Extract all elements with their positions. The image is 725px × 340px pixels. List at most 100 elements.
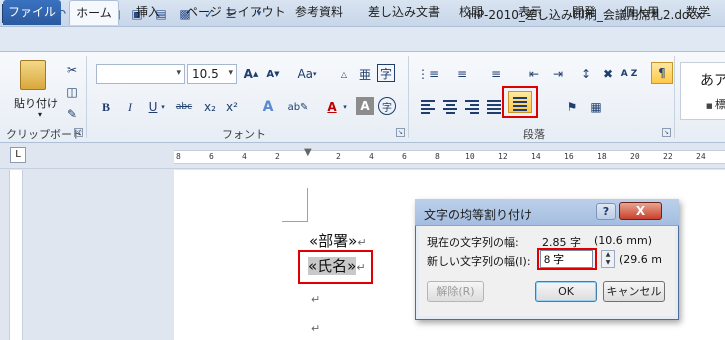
grow-font-button[interactable]: A ▲ (241, 64, 261, 84)
copy-icon[interactable]: ◫ (62, 82, 82, 102)
font-color-dropdown-icon[interactable]: ▾ (340, 97, 350, 117)
paragraph-group-label: 段落 (523, 128, 545, 141)
ruler-tick: 8 (176, 152, 181, 161)
dialog-help-button[interactable]: ? (596, 203, 616, 220)
current-width-label: 現在の文字列の幅: (427, 236, 519, 249)
borders-icon[interactable]: ▦ (586, 97, 606, 117)
spin-down-icon[interactable]: ▼ (602, 259, 614, 267)
font-color-button[interactable]: A (322, 97, 342, 117)
paste-label[interactable]: 貼り付け (14, 95, 58, 111)
tab-math[interactable]: 数学 (684, 0, 712, 25)
clipboard-dialog-launcher[interactable]: ↘ (74, 128, 83, 137)
paragraph-shading-icon[interactable]: ⚑ (562, 97, 582, 117)
dept-merge-field[interactable]: «部署»↵ (309, 230, 367, 251)
paragraph-dialog-launcher[interactable]: ↘ (662, 128, 671, 137)
tab-view[interactable]: 表示 (516, 0, 544, 25)
ruler-tick: 18 (597, 152, 607, 161)
chevron-down-icon: ▾ (176, 68, 181, 78)
font-size-combo[interactable]: 10.5 ▾ (187, 64, 237, 84)
ruler-tick: 4 (369, 152, 374, 161)
grow-font-label: A (243, 67, 253, 81)
chevron-down-icon: ▾ (228, 68, 233, 78)
release-button[interactable]: 解除(R) (427, 281, 484, 302)
ruler-tick: 8 (435, 152, 440, 161)
ruler-tick: 6 (209, 152, 214, 161)
character-shading-button[interactable]: A (356, 97, 374, 115)
tab-selector-button[interactable]: L (10, 147, 26, 163)
vertical-ruler[interactable] (9, 170, 23, 340)
line-spacing-icon[interactable]: ↕ (576, 64, 596, 84)
format-painter-icon[interactable]: ✎ (62, 104, 82, 124)
sort-button[interactable]: A Z (619, 64, 639, 84)
enclose-character-button[interactable]: 字 (377, 64, 395, 82)
bullets-icon[interactable]: ⋮≡ (417, 64, 439, 84)
clear-formatting-icon[interactable]: △ (334, 64, 354, 84)
spin-up-icon[interactable]: ▲ (602, 251, 614, 259)
justify-icon[interactable] (484, 97, 504, 117)
tab-review[interactable]: 校閲 (457, 0, 485, 25)
ribbon: 貼り付け ▾ ✂ ◫ ✎ クリップボード ↘ ▾ 10.5 ▾ A ▲ A ▼ Aa… (0, 51, 725, 143)
bold-button[interactable]: B (96, 97, 116, 117)
superscript-button[interactable]: x² (222, 97, 242, 117)
tab-home[interactable]: ホーム (69, 0, 119, 25)
group-separator (86, 56, 87, 138)
align-center-icon[interactable] (440, 97, 460, 117)
tab-developer[interactable]: 開発 (570, 0, 598, 25)
margin-corner-mark (282, 188, 308, 222)
font-group-label: フォント (222, 128, 266, 141)
enclosed-character-icon[interactable]: 字 (378, 97, 396, 115)
show-marks-icon[interactable]: ¶ (651, 62, 673, 84)
shrink-font-button[interactable]: A ▼ (263, 64, 283, 84)
ruler-tick: 2 (275, 152, 280, 161)
paragraph-mark: ↵ (311, 293, 321, 306)
ruler-tick: 14 (531, 152, 541, 161)
paste-dropdown-icon[interactable]: ▾ (38, 110, 42, 119)
style-name-label: 標 (714, 98, 725, 111)
horizontal-ruler[interactable]: 8 6 4 2 2 4 6 8 10 12 14 16 18 20 22 24 (174, 150, 725, 164)
indent-marker-icon[interactable]: ▼ (304, 147, 312, 158)
change-case-button[interactable]: Aa ▾ (294, 64, 320, 84)
text-effects-icon[interactable]: A (258, 97, 278, 117)
subscript-button[interactable]: x₂ (200, 97, 220, 117)
new-width-spinner[interactable]: ▲ ▼ (601, 250, 615, 268)
paste-icon[interactable] (20, 60, 46, 90)
align-right-icon[interactable] (462, 97, 482, 117)
italic-button[interactable]: I (120, 97, 140, 117)
tab-personal[interactable]: 個人用 (621, 0, 661, 25)
ruler-tick: 16 (564, 152, 574, 161)
tab-insert[interactable]: 挿入 (134, 0, 162, 25)
align-left-icon[interactable] (418, 97, 438, 117)
font-name-combo[interactable]: ▾ (96, 64, 185, 84)
cut-icon[interactable]: ✂ (62, 60, 82, 80)
multilevel-list-icon[interactable]: ≡ (486, 64, 506, 84)
tab-references[interactable]: 参考資料 (293, 0, 345, 25)
tab-page-layout[interactable]: ページ レイアウト (186, 0, 286, 25)
style-sample-text: あア (700, 73, 725, 89)
ruler-tick: 6 (402, 152, 407, 161)
highlight-color-icon[interactable]: ab✎ (288, 97, 309, 117)
return-mark: ↵ (357, 236, 367, 249)
asian-layout-icon[interactable]: ✖ (598, 64, 618, 84)
cancel-button[interactable]: キャンセル (603, 281, 665, 302)
decrease-indent-icon[interactable]: ⇤ (524, 64, 544, 84)
group-separator (674, 56, 675, 138)
dialog-close-button[interactable]: X (619, 202, 662, 220)
paragraph-mark: ↵ (311, 322, 321, 335)
ruby-button[interactable]: 亜 (355, 64, 375, 84)
ruler-tick: 22 (663, 152, 673, 161)
tab-mailings[interactable]: 差し込み文書 (368, 0, 440, 25)
clipboard-group-label: クリップボード (6, 128, 83, 141)
numbering-icon[interactable]: ≡ (452, 64, 472, 84)
ruler-tick: 10 (465, 152, 475, 161)
underline-dropdown-icon[interactable]: ▾ (158, 97, 168, 117)
font-dialog-launcher[interactable]: ↘ (396, 128, 405, 137)
tab-file[interactable]: ファイル (3, 0, 61, 25)
shrink-font-label: A (266, 68, 275, 80)
group-separator (408, 56, 409, 138)
font-size-value: 10.5 (192, 67, 219, 81)
strikethrough-button[interactable]: abc (172, 97, 196, 117)
ruler-tick: 4 (242, 152, 247, 161)
increase-indent-icon[interactable]: ⇥ (548, 64, 568, 84)
style-name: ■ 標 (706, 98, 725, 111)
ok-button[interactable]: OK (535, 281, 597, 302)
